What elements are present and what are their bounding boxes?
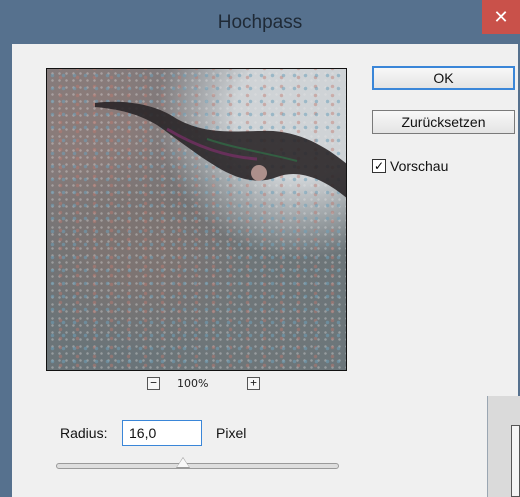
zoom-out-button[interactable]: −: [147, 377, 160, 390]
zoom-level: 100%: [177, 377, 209, 390]
dialog-content: − 100% + OK Zurücksetzen ✓ Vorschau Radi…: [12, 44, 518, 497]
hochpass-dialog: Hochpass ✕ − 100% + OK Zurücksetzen ✓ Vo…: [0, 0, 520, 497]
minus-icon: −: [150, 376, 157, 389]
radius-label: Radius:: [60, 425, 108, 441]
plus-icon: +: [250, 376, 257, 389]
preview-checkbox[interactable]: ✓: [372, 159, 386, 173]
preview-toggle[interactable]: ✓ Vorschau: [372, 157, 448, 175]
reset-button[interactable]: Zurücksetzen: [372, 110, 515, 134]
zoom-in-button[interactable]: +: [247, 377, 260, 390]
radius-slider-thumb[interactable]: [176, 457, 191, 468]
zoom-controls: − 100% +: [46, 374, 347, 394]
preview-brush-stroke: [95, 101, 346, 198]
close-button[interactable]: ✕: [482, 0, 520, 34]
checkmark-icon: ✓: [373, 159, 385, 173]
title-bar[interactable]: Hochpass ✕: [0, 0, 520, 44]
radius-slider-track[interactable]: [56, 463, 339, 469]
ok-button[interactable]: OK: [372, 66, 515, 90]
dialog-title: Hochpass: [217, 12, 303, 33]
close-icon: ✕: [493, 6, 509, 28]
background-window-panel: [511, 425, 520, 497]
radius-input[interactable]: 16,0: [122, 420, 202, 446]
preview-checkbox-label: Vorschau: [390, 158, 449, 174]
radius-unit-label: Pixel: [216, 425, 247, 441]
preview-image[interactable]: [46, 68, 347, 371]
